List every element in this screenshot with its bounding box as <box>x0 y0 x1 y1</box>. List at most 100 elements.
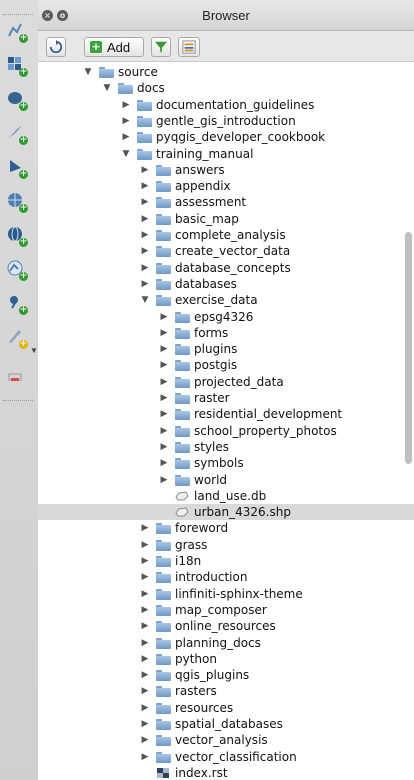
tree-folder-item[interactable]: ▼ source <box>38 64 414 80</box>
collapsed-arrow-icon[interactable]: ▶ <box>159 325 169 341</box>
collapsed-arrow-icon[interactable]: ▶ <box>140 243 150 259</box>
collapsed-arrow-icon[interactable]: ▶ <box>159 357 169 373</box>
tree-folder-item[interactable]: ▼ exercise_data <box>38 292 414 308</box>
tree-file-item[interactable]: urban_4326.shp <box>38 504 414 521</box>
remove-layer-button[interactable] <box>7 366 29 388</box>
tree-folder-item[interactable]: ▼ training_manual <box>38 146 414 162</box>
tree-folder-item[interactable]: ▶ residential_development <box>38 406 414 422</box>
add-raster-layer-button[interactable]: + <box>7 56 29 78</box>
collapsed-arrow-icon[interactable]: ▶ <box>159 423 169 439</box>
collapsed-arrow-icon[interactable]: ▶ <box>140 618 150 634</box>
add-mssql-layer-button[interactable]: + <box>7 158 29 180</box>
collapsed-arrow-icon[interactable]: ▶ <box>159 455 169 471</box>
tree-folder-item[interactable]: ▶ school_property_photos <box>38 423 414 439</box>
tree-file-item[interactable]: land_use.db <box>38 488 414 504</box>
tree-folder-item[interactable]: ▶ raster <box>38 390 414 406</box>
tree-folder-item[interactable]: ▶ answers <box>38 162 414 178</box>
expanded-arrow-icon[interactable]: ▼ <box>140 292 150 308</box>
more-tools-arrow-icon[interactable]: ▼ <box>30 346 38 355</box>
tree-folder-item[interactable]: ▶ resources <box>38 700 414 716</box>
tree-folder-item[interactable]: ▶ postgis <box>38 357 414 373</box>
collapsed-arrow-icon[interactable]: ▶ <box>159 472 169 488</box>
add-spatialite-layer-button[interactable]: + <box>7 124 29 146</box>
collapsed-arrow-icon[interactable]: ▶ <box>159 309 169 325</box>
tree-folder-item[interactable]: ▶ qgis_plugins <box>38 667 414 683</box>
collapsed-arrow-icon[interactable]: ▶ <box>140 732 150 748</box>
tree-folder-item[interactable]: ▶ epsg4326 <box>38 309 414 325</box>
tree-folder-item[interactable]: ▶ documentation_guidelines <box>38 97 414 113</box>
tree-folder-item[interactable]: ▶ appendix <box>38 178 414 194</box>
collapsed-arrow-icon[interactable]: ▶ <box>140 260 150 276</box>
tree-folder-item[interactable]: ▶ forms <box>38 325 414 341</box>
tree-folder-item[interactable]: ▶ plugins <box>38 341 414 357</box>
tree-file-item[interactable]: index.rst <box>38 765 414 780</box>
tree-folder-item[interactable]: ▶ symbols <box>38 455 414 471</box>
collapsed-arrow-icon[interactable]: ▶ <box>159 374 169 390</box>
collapsed-arrow-icon[interactable]: ▶ <box>140 651 150 667</box>
collapsed-arrow-icon[interactable]: ▶ <box>140 749 150 765</box>
filter-button[interactable] <box>151 37 171 57</box>
collapsed-arrow-icon[interactable]: ▶ <box>140 683 150 699</box>
collapsed-arrow-icon[interactable]: ▶ <box>121 129 131 145</box>
tree-folder-item[interactable]: ▶ databases <box>38 276 414 292</box>
tree-folder-item[interactable]: ▶ grass <box>38 537 414 553</box>
toolbar-grip[interactable] <box>3 400 33 402</box>
tree-folder-item[interactable]: ▶ map_composer <box>38 602 414 618</box>
tree-folder-item[interactable]: ▶ vector_classification <box>38 749 414 765</box>
collapsed-arrow-icon[interactable]: ▶ <box>140 635 150 651</box>
tree-folder-item[interactable]: ▶ pyqgis_developer_cookbook <box>38 129 414 145</box>
collapsed-arrow-icon[interactable]: ▶ <box>140 162 150 178</box>
toolbar-grip[interactable] <box>3 14 33 16</box>
collapsed-arrow-icon[interactable]: ▶ <box>140 211 150 227</box>
tree-folder-item[interactable]: ▶ i18n <box>38 553 414 569</box>
tree-folder-item[interactable]: ▶ create_vector_data <box>38 243 414 259</box>
tree-folder-item[interactable]: ▶ basic_map <box>38 211 414 227</box>
collapse-all-button[interactable] <box>178 37 200 57</box>
collapsed-arrow-icon[interactable]: ▶ <box>140 194 150 210</box>
collapsed-arrow-icon[interactable]: ▶ <box>140 537 150 553</box>
collapsed-arrow-icon[interactable]: ▶ <box>159 439 169 455</box>
expanded-arrow-icon[interactable]: ▼ <box>121 146 131 162</box>
collapsed-arrow-icon[interactable]: ▶ <box>140 520 150 536</box>
tree-folder-item[interactable]: ▶ assessment <box>38 194 414 210</box>
refresh-button[interactable] <box>46 37 66 57</box>
tree-folder-item[interactable]: ▶ complete_analysis <box>38 227 414 243</box>
collapsed-arrow-icon[interactable]: ▶ <box>140 716 150 732</box>
tree-folder-item[interactable]: ▶ introduction <box>38 569 414 585</box>
collapsed-arrow-icon[interactable]: ▶ <box>140 553 150 569</box>
tree-folder-item[interactable]: ▶ world <box>38 472 414 488</box>
tree-folder-item[interactable]: ▼ docs <box>38 80 414 96</box>
collapsed-arrow-icon[interactable]: ▶ <box>159 390 169 406</box>
vertical-scrollbar[interactable] <box>405 232 412 464</box>
add-delimited-text-button[interactable]: + <box>7 294 29 316</box>
tree-folder-item[interactable]: ▶ spatial_databases <box>38 716 414 732</box>
collapsed-arrow-icon[interactable]: ▶ <box>140 178 150 194</box>
collapsed-arrow-icon[interactable]: ▶ <box>140 276 150 292</box>
tree-folder-item[interactable]: ▶ gentle_gis_introduction <box>38 113 414 129</box>
add-postgis-layer-button[interactable]: + <box>7 90 29 112</box>
new-vector-layer-button[interactable]: + <box>7 22 29 44</box>
collapsed-arrow-icon[interactable]: ▶ <box>140 667 150 683</box>
collapsed-arrow-icon[interactable]: ▶ <box>140 227 150 243</box>
tree-folder-item[interactable]: ▶ vector_analysis <box>38 732 414 748</box>
add-wfs-layer-button[interactable]: + <box>7 260 29 282</box>
new-shapefile-button[interactable]: + <box>7 328 29 350</box>
collapsed-arrow-icon[interactable]: ▶ <box>121 97 131 113</box>
tree-folder-item[interactable]: ▶ planning_docs <box>38 635 414 651</box>
tree-folder-item[interactable]: ▶ rasters <box>38 683 414 699</box>
collapsed-arrow-icon[interactable]: ▶ <box>140 569 150 585</box>
collapsed-arrow-icon[interactable]: ▶ <box>159 406 169 422</box>
tree-folder-item[interactable]: ▶ linfiniti-sphinx-theme <box>38 586 414 602</box>
add-wcs-layer-button[interactable]: + <box>7 226 29 248</box>
tree-folder-item[interactable]: ▶ foreword <box>38 520 414 536</box>
tree-folder-item[interactable]: ▶ python <box>38 651 414 667</box>
collapsed-arrow-icon[interactable]: ▶ <box>121 113 131 129</box>
expanded-arrow-icon[interactable]: ▼ <box>102 80 112 96</box>
collapsed-arrow-icon[interactable]: ▶ <box>140 586 150 602</box>
tree-folder-item[interactable]: ▶ projected_data <box>38 374 414 390</box>
tree-folder-item[interactable]: ▶ styles <box>38 439 414 455</box>
add-button[interactable]: + Add <box>84 37 144 57</box>
add-wms-layer-button[interactable]: + <box>7 192 29 214</box>
collapsed-arrow-icon[interactable]: ▶ <box>159 341 169 357</box>
collapsed-arrow-icon[interactable]: ▶ <box>140 602 150 618</box>
